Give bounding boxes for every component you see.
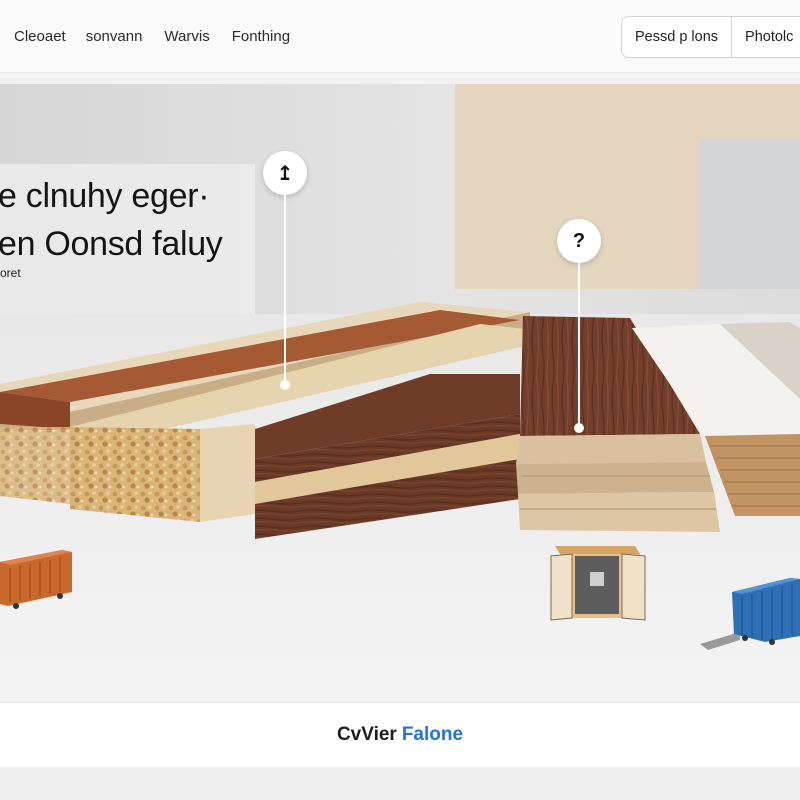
open-container-icon bbox=[550, 546, 646, 621]
hotspot-pin-right[interactable]: ? bbox=[557, 219, 603, 439]
nav-links: Cleoaet sonvann Warvis Fonthing bbox=[14, 0, 312, 72]
nav-button-secondary[interactable]: Photolc bbox=[731, 17, 800, 57]
footer-bar: CvVier Falone bbox=[0, 702, 800, 768]
hero-headline-line-2: en Oonsd faluy bbox=[0, 225, 223, 263]
pin-stem bbox=[284, 195, 286, 383]
hero-section: e clnuhy eger· en Oonsd faluy oret ↥ ? bbox=[0, 84, 800, 701]
nav-link-4[interactable]: Fonthing bbox=[232, 28, 290, 45]
pin-dot bbox=[574, 423, 584, 433]
footer-title[interactable]: CvVier Falone bbox=[337, 724, 463, 746]
footer-title-part-1: CvVier bbox=[336, 724, 397, 745]
pin-stem bbox=[578, 263, 580, 429]
hero-headline-line-1: e clnuhy eger· bbox=[0, 177, 210, 215]
nav-link-3[interactable]: Warvis bbox=[164, 28, 209, 45]
nav-button-group: Pessd p lons Photolc bbox=[621, 16, 800, 58]
hero-subline: oret bbox=[0, 266, 21, 280]
footer-title-part-2: Falone bbox=[401, 724, 464, 745]
hotspot-pin-left[interactable]: ↥ bbox=[262, 151, 308, 396]
nav-link-1[interactable]: Cleoaet bbox=[14, 28, 66, 45]
nav-button-primary[interactable]: Pessd p lons bbox=[622, 17, 731, 57]
arrow-up-icon: ↥ bbox=[263, 151, 307, 195]
bottom-strip bbox=[0, 767, 800, 800]
top-navigation: Cleoaet sonvann Warvis Fonthing Pessd p … bbox=[0, 0, 800, 73]
question-icon: ? bbox=[557, 219, 601, 263]
pin-dot bbox=[280, 380, 290, 390]
nav-link-2[interactable]: sonvann bbox=[86, 28, 143, 45]
hero-headline: e clnuhy eger· en Oonsd faluy bbox=[0, 172, 223, 268]
